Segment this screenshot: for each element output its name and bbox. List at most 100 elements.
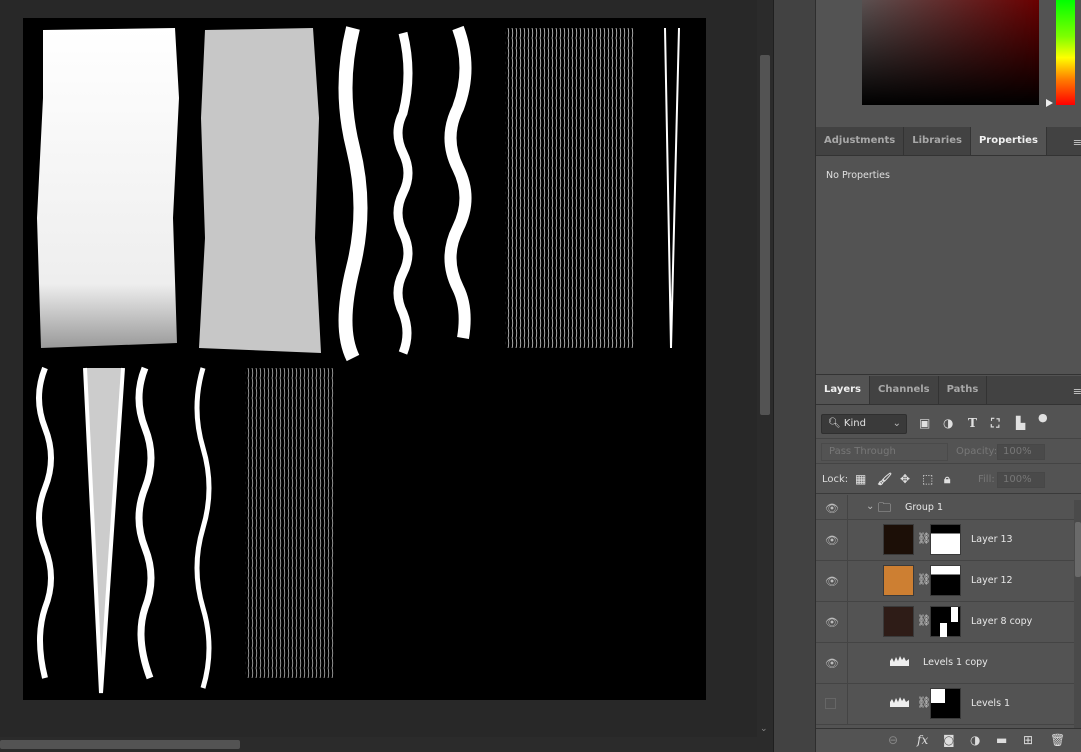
hair-swatch-9 [83, 367, 125, 694]
tab-paths[interactable]: Paths [939, 376, 988, 404]
color-picker-field[interactable] [862, 0, 1039, 105]
lock-row: Lock: ▦ 🖌︎ ✥ ⬚ 🔒︎ Fill: 100% [816, 466, 1081, 494]
new-adjustment-icon[interactable]: ◑ [970, 733, 980, 747]
chain-link-icon[interactable]: ⛓︎ [917, 532, 931, 545]
layers-footer: ⊖ fx ◙ ◑ ▬ ⊞ 🗑︎ [816, 728, 1081, 752]
hair-swatch-5 [444, 25, 472, 339]
filter-kind-dropdown[interactable]: 🔍︎ Kind ⌄ [821, 414, 907, 434]
layer-mask-thumbnail[interactable] [930, 688, 961, 719]
new-layer-icon[interactable]: ⊞ [1023, 733, 1033, 747]
layers-scrollbar[interactable] [1074, 500, 1081, 730]
layer-mask-thumbnail[interactable] [930, 524, 961, 555]
lock-artboard-icon[interactable]: ⬚ [922, 472, 933, 486]
fill-field[interactable]: 100% [997, 472, 1045, 488]
eye-icon[interactable]: 👁︎ [825, 534, 839, 547]
tab-adjustments[interactable]: Adjustments [816, 127, 905, 155]
horizontal-scrollbar[interactable] [0, 737, 773, 752]
chain-link-icon[interactable]: ⛓︎ [917, 696, 931, 709]
type-filter-icon[interactable]: T [968, 416, 977, 430]
levels-icon [890, 697, 909, 707]
eye-icon[interactable]: 👁︎ [825, 575, 839, 588]
eye-icon[interactable]: 👁︎ [825, 657, 839, 670]
layers-tabbar: Layers Channels Paths ≡ [816, 376, 1081, 405]
hair-swatch-2 [199, 28, 321, 353]
hair-swatch-4 [393, 31, 413, 355]
opacity-label: Opacity: [956, 446, 998, 457]
hair-swatch-8 [36, 366, 54, 679]
right-panel-dock: Adjustments Libraries Properties ≡ No Pr… [815, 0, 1081, 752]
fx-icon[interactable]: fx [917, 733, 928, 747]
tab-channels[interactable]: Channels [870, 376, 939, 404]
chain-link-icon[interactable]: ⛓︎ [917, 573, 931, 586]
layer-mask-thumbnail[interactable] [930, 606, 961, 637]
properties-body: No Properties [816, 157, 1081, 375]
filter-toggle[interactable]: ● [1038, 411, 1048, 424]
delete-icon[interactable]: 🗑︎ [1050, 733, 1065, 747]
blend-mode-dropdown[interactable]: Pass Through [821, 443, 948, 461]
hair-brush-artwork [36, 25, 680, 694]
hair-swatch-1 [37, 28, 179, 348]
hair-swatch-12 [245, 368, 335, 678]
eye-icon[interactable]: 👁︎ [825, 616, 839, 629]
collapsed-panel-dock [773, 0, 815, 752]
layer-row-layer-8-copy[interactable]: 👁︎ ⛓︎ Layer 8 copy [816, 602, 1074, 643]
layer-filter-bar: 🔍︎ Kind ⌄ ▣ ◑ T ⛶ ▙ ● [816, 405, 1081, 439]
tab-libraries[interactable]: Libraries [904, 127, 971, 155]
layer-thumbnail [883, 606, 914, 637]
layer-row-group-1[interactable]: 👁︎ ⌄ 🗀 Group 1 [816, 495, 1074, 520]
new-group-icon[interactable]: ▬ [996, 733, 1007, 747]
layer-row-levels-1[interactable]: ⛓︎ Levels 1 [816, 684, 1074, 725]
chevron-down-icon[interactable]: ⌄ [866, 501, 874, 512]
layer-row-levels-1-copy[interactable]: 👁︎ Levels 1 copy [816, 643, 1074, 684]
lock-paint-icon[interactable]: 🖌︎ [877, 472, 892, 486]
hair-swatch-7 [664, 27, 680, 349]
lock-transparency-icon[interactable]: ▦ [855, 472, 866, 486]
adjustment-filter-icon[interactable]: ◑ [943, 416, 953, 430]
layer-row-layer-13[interactable]: 👁︎ ⛓︎ Layer 13 [816, 520, 1074, 561]
panel-menu-icon[interactable]: ≡ [1073, 136, 1081, 149]
image-filter-icon[interactable]: ▣ [919, 416, 930, 430]
canvas-area[interactable] [0, 0, 757, 737]
layer-thumbnail [883, 524, 914, 555]
eye-icon[interactable]: 👁︎ [825, 502, 839, 515]
chevron-down-icon: ⌄ [892, 418, 901, 429]
filter-kind-label: Kind [843, 418, 866, 429]
hair-swatch-11 [194, 367, 212, 689]
smart-object-filter-icon[interactable]: ▙ [1016, 416, 1025, 430]
shape-filter-icon[interactable]: ⛶ [991, 416, 999, 431]
vertical-scrollbar[interactable]: ⌄ [757, 0, 773, 737]
blend-row: Pass Through Opacity: 100% [816, 440, 1081, 464]
layer-name: Group 1 [905, 502, 943, 513]
layer-name: Levels 1 copy [923, 657, 988, 668]
layer-thumbnail [883, 565, 914, 596]
add-mask-icon[interactable]: ◙ [943, 733, 955, 747]
search-icon: 🔍︎ [828, 418, 841, 429]
panel-menu-icon[interactable]: ≡ [1073, 385, 1081, 398]
layers-scroll-thumb[interactable] [1075, 522, 1081, 577]
lock-all-icon[interactable]: 🔒︎ [944, 472, 950, 487]
properties-tabbar: Adjustments Libraries Properties ≡ [816, 127, 1081, 156]
layer-name: Levels 1 [971, 698, 1011, 709]
layer-row-layer-12[interactable]: 👁︎ ⛓︎ Layer 12 [816, 561, 1074, 602]
document-canvas[interactable] [23, 18, 706, 700]
horizontal-scroll-thumb[interactable] [0, 740, 240, 749]
layer-mask-thumbnail[interactable] [930, 565, 961, 596]
lock-label: Lock: [822, 474, 849, 485]
tab-properties[interactable]: Properties [970, 127, 1047, 155]
chain-link-icon[interactable]: ⛓︎ [917, 614, 931, 627]
link-layers-icon[interactable]: ⊖ [888, 733, 898, 747]
tab-layers[interactable]: Layers [816, 376, 870, 404]
hue-slider[interactable] [1056, 0, 1075, 105]
no-properties-text: No Properties [826, 170, 890, 181]
scroll-down-icon[interactable]: ⌄ [760, 724, 768, 734]
layer-name: Layer 8 copy [971, 616, 1033, 627]
folder-icon: 🗀 [878, 501, 892, 516]
visibility-toggle-off[interactable] [825, 698, 836, 709]
opacity-field[interactable]: 100% [997, 444, 1045, 460]
hair-swatch-6 [505, 28, 635, 348]
hue-slider-marker[interactable] [1046, 99, 1053, 107]
layer-name: Layer 12 [971, 575, 1013, 586]
layer-name: Layer 13 [971, 534, 1013, 545]
lock-position-icon[interactable]: ✥ [900, 472, 910, 486]
vertical-scroll-thumb[interactable] [760, 55, 770, 415]
